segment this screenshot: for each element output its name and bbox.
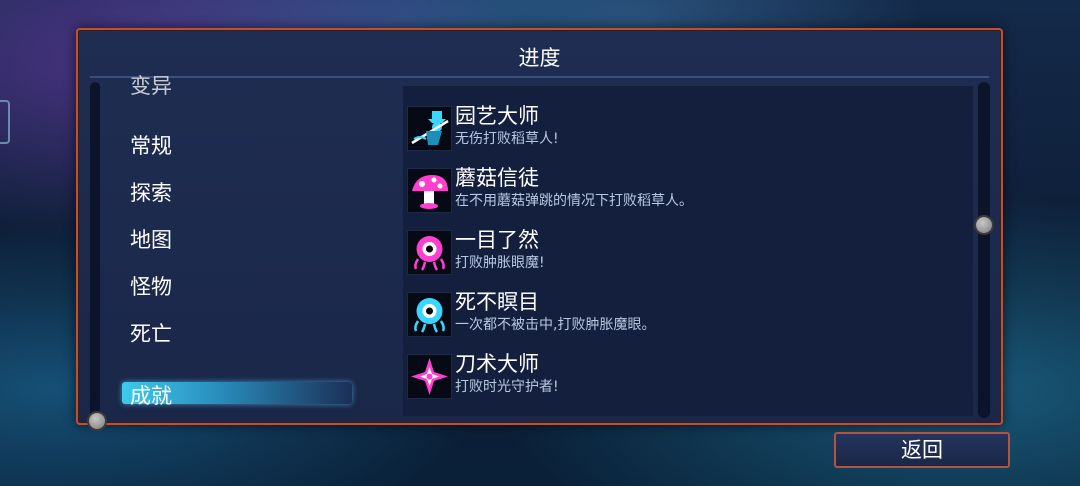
achievement-name: 蘑菇信徒: [455, 166, 539, 190]
category-item-explore[interactable]: 探索: [130, 177, 172, 207]
achievement-item[interactable]: 刀术大师 打败时光守护者!: [407, 348, 967, 399]
achievement-scrollbar[interactable]: [978, 82, 990, 418]
achievement-name: 死不瞑目: [455, 290, 539, 314]
shuriken-icon: [407, 354, 452, 399]
achievement-item[interactable]: 一目了然 打败肿胀眼魔!: [407, 224, 967, 275]
mushroom-icon: [407, 168, 452, 213]
achievement-desc: 一次都不被击中,打败肿胀魔眼。: [455, 317, 656, 333]
achievement-name: 刀术大师: [455, 352, 539, 376]
scarecrow-icon: [407, 106, 452, 151]
achievement-item[interactable]: 死不瞑目 一次都不被击中,打败肿胀魔眼。: [407, 286, 967, 337]
achievement-list: 园艺大师 无伤打败稻草人! 蘑菇信徒 在不用蘑菇弹跳的情况下打败稻草人。 一目了…: [403, 86, 973, 416]
achievement-desc: 打败肿胀眼魔!: [455, 255, 545, 271]
achievement-desc: 在不用蘑菇弹跳的情况下打败稻草人。: [455, 193, 693, 209]
achievement-desc: 无伤打败稻草人!: [455, 131, 559, 147]
category-item-death[interactable]: 死亡: [130, 318, 172, 348]
achievement-item[interactable]: 蘑菇信徒 在不用蘑菇弹跳的情况下打败稻草人。: [407, 162, 967, 213]
side-tab-edge: [0, 100, 10, 144]
category-item-general[interactable]: 常规: [130, 130, 172, 160]
eye-monster-icon: [407, 230, 452, 275]
back-button[interactable]: 返回: [834, 432, 1010, 468]
achievement-name: 一目了然: [455, 228, 539, 252]
category-item-achievements[interactable]: 成就: [130, 380, 172, 410]
achievement-scroll-knob[interactable]: [974, 215, 994, 235]
achievement-item[interactable]: 园艺大师 无伤打败稻草人!: [407, 100, 967, 151]
category-item-monsters[interactable]: 怪物: [130, 271, 172, 301]
progress-panel: 进度 变异 常规 探索 地图 怪物 死亡 成就 园艺大师 无伤打败稻草人! 蘑菇…: [76, 28, 1003, 431]
achievement-name: 园艺大师: [455, 104, 539, 128]
category-list: 变异 常规 探索 地图 怪物 死亡 成就: [78, 30, 398, 423]
achievement-desc: 打败时光守护者!: [455, 379, 559, 395]
category-item-map[interactable]: 地图: [130, 224, 172, 254]
category-item-mutation[interactable]: 变异: [130, 70, 172, 100]
eye-monster-icon: [407, 292, 452, 337]
